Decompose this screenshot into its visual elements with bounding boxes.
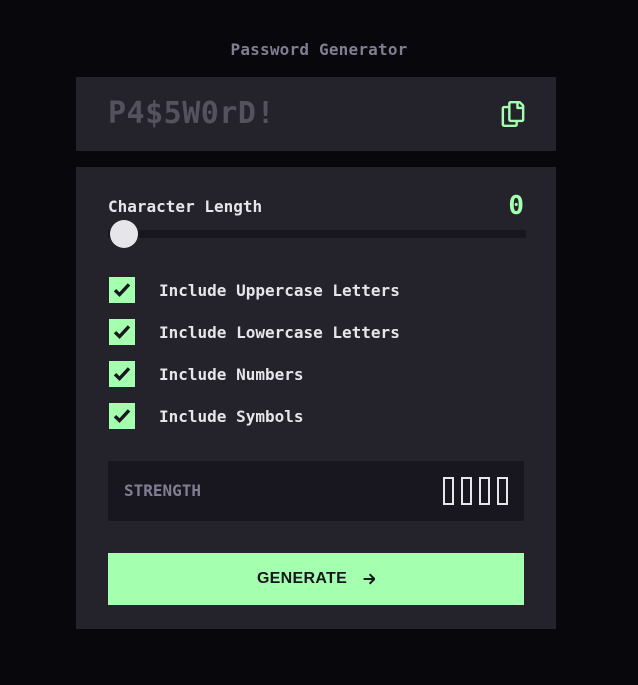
numbers-checkbox[interactable] [109,361,135,387]
length-slider-thumb[interactable] [110,220,138,248]
character-length-label: Character Length [108,197,263,216]
uppercase-checkbox[interactable] [109,277,135,303]
lowercase-label: Include Lowercase Letters [159,322,400,342]
length-slider-track[interactable] [108,230,526,238]
symbols-checkbox[interactable] [109,403,135,429]
option-uppercase[interactable]: Include Uppercase Letters [109,277,400,303]
password-display: P4$5W0rD! [108,96,276,131]
arrow-right-icon [363,573,376,585]
generate-button[interactable]: GENERATE [108,553,524,605]
strength-label: STRENGTH [124,481,202,500]
character-length-value: 0 [508,191,524,221]
uppercase-label: Include Uppercase Letters [159,280,400,300]
strength-bar [461,477,472,505]
checkmark-icon [113,325,131,340]
symbols-label: Include Symbols [159,406,304,426]
generator-controls-panel: Character Length 0 Include Uppercase Let… [76,167,556,629]
strength-bar [497,477,508,505]
strength-meter: STRENGTH [108,461,524,521]
strength-bar [479,477,490,505]
password-output-panel: P4$5W0rD! [76,77,556,151]
checkmark-icon [113,409,131,424]
checkmark-icon [113,283,131,298]
checkmark-icon [113,367,131,382]
option-numbers[interactable]: Include Numbers [109,361,304,387]
option-symbols[interactable]: Include Symbols [109,403,304,429]
numbers-label: Include Numbers [159,364,304,384]
app-title: Password Generator [230,40,408,59]
copy-icon[interactable] [501,101,525,127]
generate-label: GENERATE [256,570,348,587]
strength-bar [443,477,454,505]
strength-bars [443,477,508,505]
option-lowercase[interactable]: Include Lowercase Letters [109,319,400,345]
lowercase-checkbox[interactable] [109,319,135,345]
